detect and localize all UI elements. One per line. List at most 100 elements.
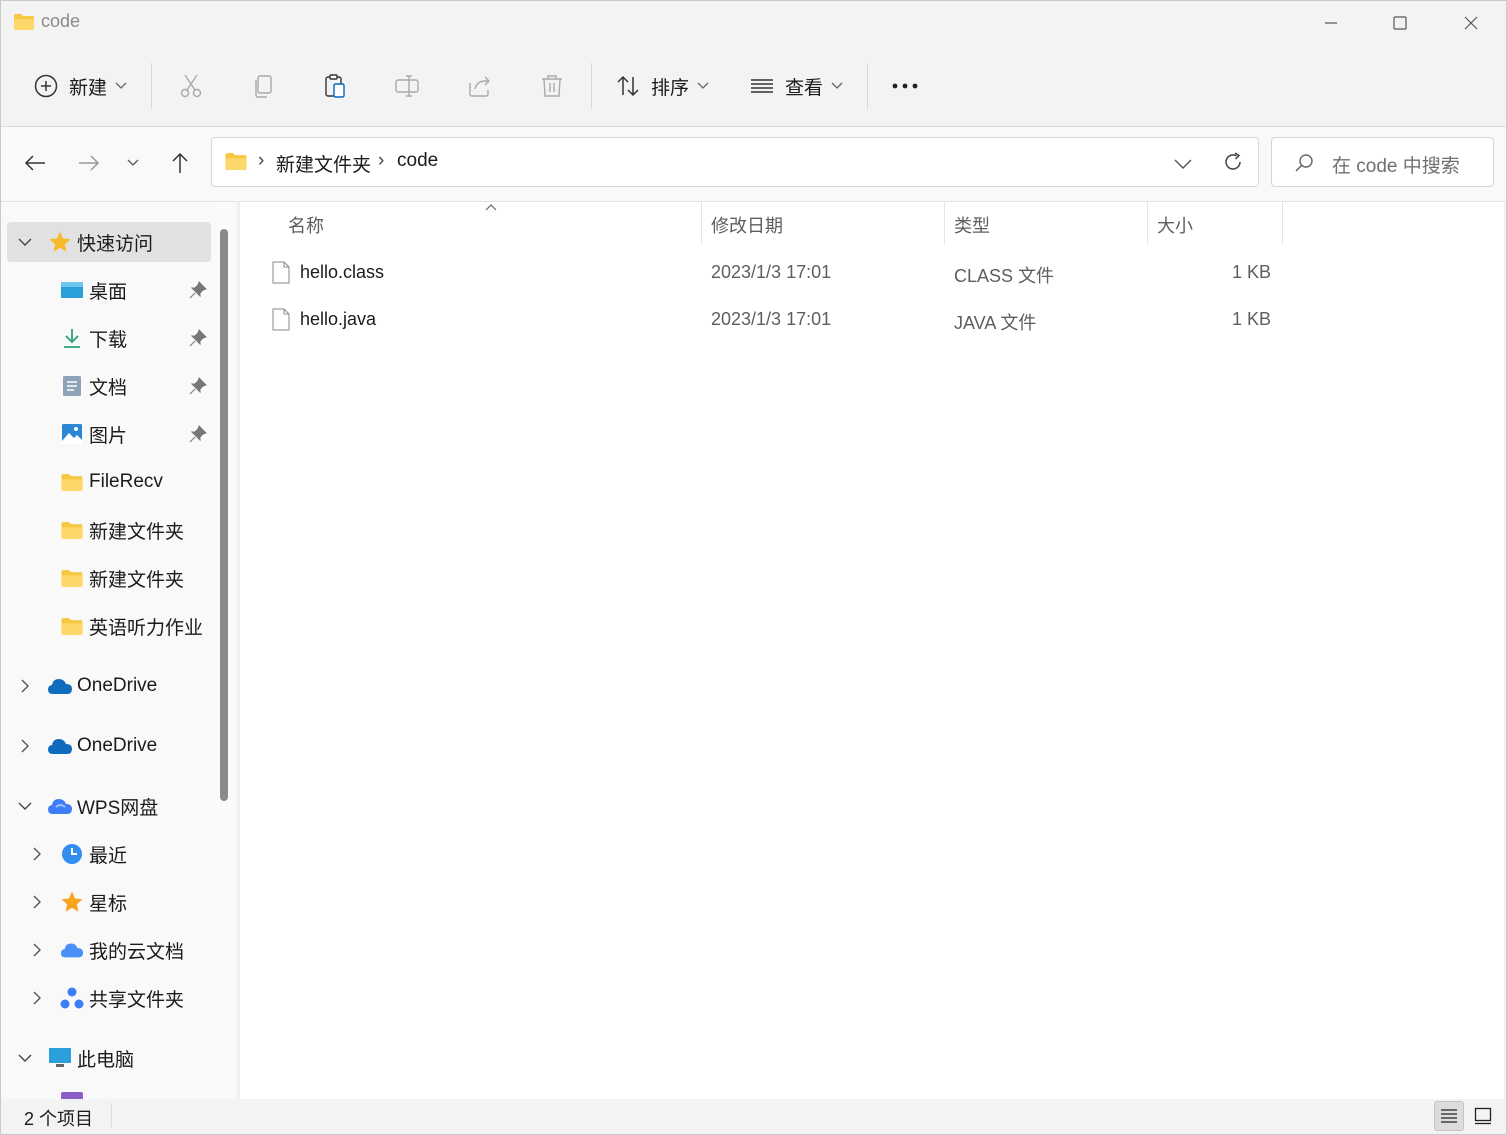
column-header-name[interactable]: 名称 <box>288 212 324 238</box>
sidebar-item-new-folder[interactable]: 新建文件夹 <box>7 510 211 550</box>
sidebar-item-label: 我的云文档 <box>89 941 185 963</box>
tiles-view-icon <box>1474 1107 1492 1125</box>
sidebar-item-new-folder[interactable]: 新建文件夹 <box>7 558 211 598</box>
sidebar-item-label: WPS网盘 <box>77 797 159 819</box>
folder-icon <box>59 606 85 646</box>
table-row[interactable]: hello.class 2023/1/3 17:01 CLASS 文件 1 KB <box>260 252 1500 296</box>
copy-button[interactable] <box>251 45 277 127</box>
large-icons-view-button[interactable] <box>1468 1101 1498 1131</box>
sidebar-item-label: 快速访问 <box>77 233 154 255</box>
sidebar-item-shared-folder[interactable]: 共享文件夹 <box>7 978 211 1018</box>
sidebar-item-label: 此电脑 <box>77 1049 135 1071</box>
back-button[interactable] <box>15 141 55 185</box>
sidebar-item-onedrive[interactable]: OneDrive <box>7 726 211 766</box>
chevron-right-icon[interactable] <box>15 726 35 766</box>
partially-visible-item-icon <box>61 1092 83 1099</box>
sidebar-item-documents[interactable]: 文档 <box>7 366 211 406</box>
onedrive-cloud-icon <box>47 666 73 706</box>
wps-cloud-icon <box>47 786 73 826</box>
refresh-button[interactable] <box>1222 151 1244 178</box>
sidebar-item-label: OneDrive <box>77 735 158 756</box>
recent-locations-button[interactable] <box>113 141 153 185</box>
status-bar: 2 个项目 <box>1 1099 1506 1134</box>
sidebar-item-this-pc[interactable]: 此电脑 <box>7 1038 211 1078</box>
chevron-down-icon <box>1174 159 1192 169</box>
cut-button[interactable] <box>178 45 204 127</box>
delete-button[interactable] <box>539 45 565 127</box>
column-header-type[interactable]: 类型 <box>954 212 990 238</box>
close-button[interactable] <box>1437 1 1505 45</box>
sidebar-item-downloads[interactable]: 下载 <box>7 318 211 358</box>
file-modified: 2023/1/3 17:01 <box>711 309 832 329</box>
chevron-right-icon[interactable] <box>27 882 47 922</box>
minimize-button[interactable] <box>1297 1 1365 45</box>
address-dropdown-button[interactable] <box>1174 157 1192 175</box>
forward-button[interactable] <box>69 141 109 185</box>
column-header-size[interactable]: 大小 <box>1157 212 1193 238</box>
toolbar-divider <box>591 63 592 109</box>
clock-icon <box>59 834 85 874</box>
arrow-up-icon <box>172 152 188 173</box>
chevron-right-icon[interactable] <box>15 666 35 706</box>
chevron-right-icon[interactable] <box>27 930 47 970</box>
search-input[interactable]: 在 code 中搜索 <box>1332 151 1460 178</box>
toolbar-divider <box>151 63 152 109</box>
pin-icon[interactable] <box>189 281 207 305</box>
sidebar-item-label: 新建文件夹 <box>89 569 185 591</box>
breadcrumb-separator[interactable]: › <box>258 150 264 172</box>
search-icon <box>1294 153 1314 178</box>
sidebar-item-my-cloud-docs[interactable]: 我的云文档 <box>7 930 211 970</box>
new-button[interactable]: 新建 <box>33 45 127 127</box>
sidebar-item-pictures[interactable]: 图片 <box>7 414 211 454</box>
table-row[interactable]: hello.java 2023/1/3 17:01 JAVA 文件 1 KB <box>260 299 1500 343</box>
sidebar-item-recent[interactable]: 最近 <box>7 834 211 874</box>
breadcrumb-item[interactable]: 新建文件夹 <box>276 150 371 177</box>
chevron-right-icon[interactable] <box>27 834 47 874</box>
column-divider[interactable] <box>701 202 702 244</box>
file-name: hello.java <box>300 309 377 329</box>
address-bar[interactable]: › 新建文件夹 › code <box>211 137 1259 187</box>
folder-icon <box>224 152 248 176</box>
up-button[interactable] <box>160 141 200 185</box>
chevron-down-icon[interactable] <box>15 222 35 262</box>
rename-button[interactable] <box>394 45 420 127</box>
sort-button[interactable]: 排序 <box>615 45 709 127</box>
sidebar-item-desktop[interactable]: 桌面 <box>7 270 211 310</box>
file-type: JAVA 文件 <box>954 313 1037 333</box>
more-options-button[interactable] <box>891 45 919 127</box>
sidebar-item-filerecv[interactable]: FileRecv <box>7 462 211 502</box>
maximize-button[interactable] <box>1366 1 1434 45</box>
column-header-modified[interactable]: 修改日期 <box>711 212 783 238</box>
share-folder-icon <box>59 978 85 1018</box>
sidebar-item-label: 共享文件夹 <box>89 989 185 1011</box>
sidebar-item-starred[interactable]: 星标 <box>7 882 211 922</box>
column-divider[interactable] <box>944 202 945 244</box>
share-button[interactable] <box>467 45 493 127</box>
column-divider[interactable] <box>1282 202 1283 244</box>
folder-icon <box>13 13 35 36</box>
sidebar-item-onedrive[interactable]: OneDrive <box>7 666 211 706</box>
sidebar-scrollbar-thumb[interactable] <box>220 229 228 801</box>
delete-icon <box>542 75 562 97</box>
pin-icon[interactable] <box>189 425 207 449</box>
chevron-down-icon[interactable] <box>15 1038 35 1078</box>
column-divider[interactable] <box>1147 202 1148 244</box>
breadcrumb-item[interactable]: code <box>397 150 438 172</box>
sidebar-item-wps-drive[interactable]: WPS网盘 <box>7 786 211 826</box>
folder-icon <box>59 510 85 550</box>
sidebar-item-label: 星标 <box>89 893 128 915</box>
view-button[interactable]: 查看 <box>749 45 843 127</box>
breadcrumb-separator[interactable]: › <box>378 150 384 172</box>
sidebar-item-label: 下载 <box>89 329 128 351</box>
file-size: 1 KB <box>1231 262 1271 282</box>
sidebar-item-quick-access[interactable]: 快速访问 <box>7 222 211 262</box>
paste-button[interactable] <box>322 45 348 127</box>
pin-icon[interactable] <box>189 377 207 401</box>
search-box[interactable]: 在 code 中搜索 <box>1271 137 1494 187</box>
sidebar-item-english-homework[interactable]: 英语听力作业 <box>7 606 211 646</box>
sidebar-item-label: OneDrive <box>77 675 158 696</box>
chevron-down-icon[interactable] <box>15 786 35 826</box>
details-view-button[interactable] <box>1434 1101 1464 1131</box>
pin-icon[interactable] <box>189 329 207 353</box>
chevron-right-icon[interactable] <box>27 978 47 1018</box>
